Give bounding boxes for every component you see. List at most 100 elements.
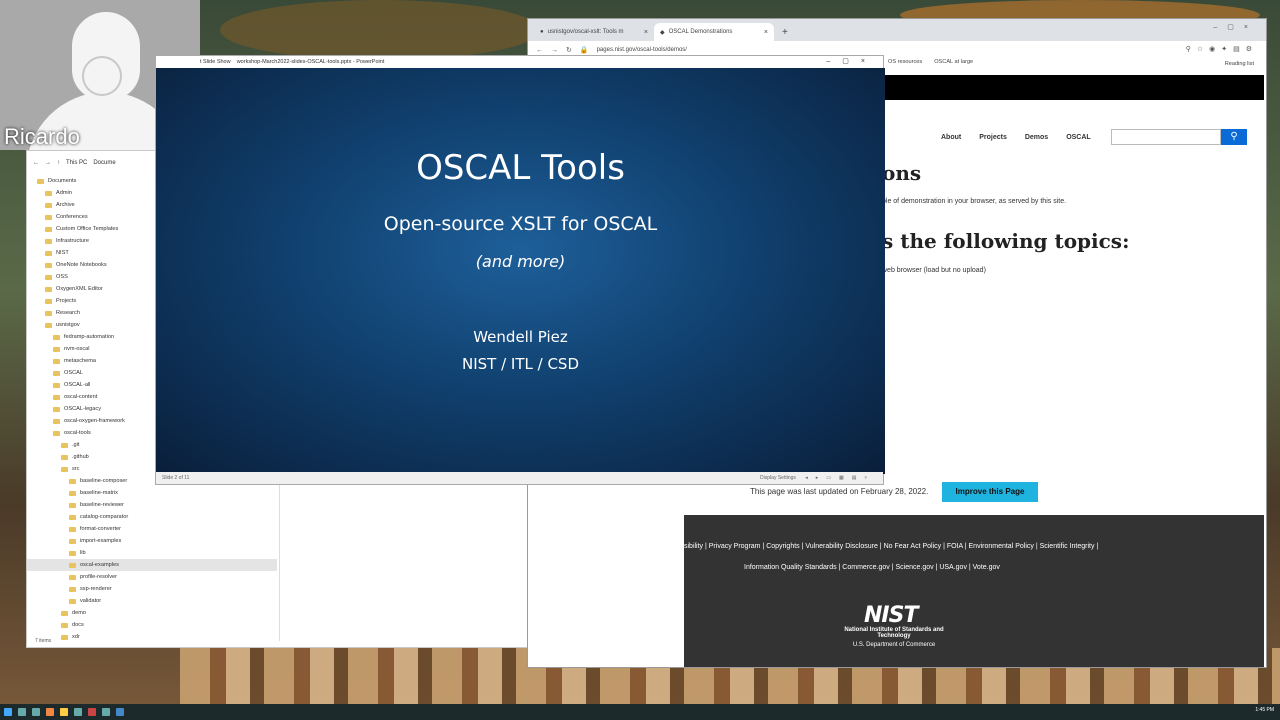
bookmark-os-resources[interactable]: OS resources	[888, 59, 922, 65]
slide-subtitle-more: (and more)	[475, 252, 566, 271]
nav-demos[interactable]: Demos	[1025, 134, 1048, 141]
titlebar-prefix: t Slide Show	[200, 59, 231, 65]
powerpoint-slideshow-window: t Slide Show workshop-March2022-slides-O…	[155, 55, 885, 485]
folder-tree-item[interactable]: demo	[27, 607, 277, 619]
back-icon[interactable]: ←	[536, 47, 543, 54]
folder-tree-item[interactable]: docs	[27, 619, 277, 631]
taskbar-app-icon[interactable]	[60, 708, 68, 716]
slide-canvas[interactable]: OSCAL Tools Open-source XSLT for OSCAL (…	[156, 68, 885, 474]
nav-oscal[interactable]: OSCAL	[1066, 134, 1091, 141]
folder-label: .github	[72, 454, 89, 460]
folder-label: Projects	[56, 298, 77, 304]
bookmark-oscal-at-large[interactable]: OSCAL at large	[934, 59, 973, 65]
slide-author: Wendell Piez	[473, 328, 568, 346]
extension-icons[interactable]: ⚲☆◉✦▤⚙	[1186, 45, 1258, 53]
folder-icon	[45, 322, 52, 328]
display-settings-button[interactable]: Display Settings	[760, 475, 796, 481]
folder-label: .git	[72, 442, 80, 448]
folder-icon	[45, 286, 52, 292]
footer-links-row2[interactable]: Information Quality Standards | Commerce…	[744, 564, 1000, 571]
folder-label: baseline-composer	[80, 478, 128, 484]
up-arrow-icon[interactable]: ↑	[57, 160, 60, 166]
improve-page-button[interactable]: Improve this Page	[942, 482, 1038, 502]
tab-strip: ● usnistgov/oscal-xslt: Tools m × ◆ OSCA…	[528, 19, 1266, 41]
folder-label: format-converter	[80, 526, 122, 532]
site-nav: About Projects Demos OSCAL	[941, 134, 1091, 141]
folder-tree-item[interactable]: catalog-comparator	[27, 511, 277, 523]
search-button[interactable]: ⚲	[1221, 129, 1247, 145]
ppt-window-controls[interactable]: –▢×	[826, 56, 877, 68]
folder-tree-item[interactable]: profile-resolver	[27, 571, 277, 583]
ppt-view-controls[interactable]: Display Settings ◂▸▭▦▤▿	[760, 472, 875, 484]
close-tab-icon[interactable]: ×	[764, 29, 768, 36]
folder-icon	[53, 346, 60, 352]
topics-heading: s the following topics:	[882, 229, 1130, 253]
taskbar-app-icon[interactable]	[46, 708, 54, 716]
site-icon: ◆	[660, 29, 665, 36]
folder-label: OSCAL-all	[64, 382, 91, 388]
breadcrumb-documents[interactable]: Docume	[93, 160, 115, 166]
taskbar-app-icon[interactable]	[74, 708, 82, 716]
bookmarks-bar: OS resources OSCAL at large	[888, 59, 973, 65]
folder-tree-item[interactable]: lib	[27, 547, 277, 559]
folder-icon	[45, 190, 52, 196]
slide-counter: Slide 2 of 11	[162, 475, 190, 481]
folder-icon	[53, 382, 60, 388]
folder-label: Archive	[56, 202, 75, 208]
breadcrumb-this-pc[interactable]: This PC	[66, 160, 87, 166]
lock-icon: 🔒	[579, 47, 589, 54]
folder-icon	[61, 634, 68, 640]
folder-icon	[53, 334, 60, 340]
folder-label: OSS	[56, 274, 68, 280]
tab-oscal-demos[interactable]: ◆ OSCAL Demonstrations ×	[654, 23, 774, 41]
folder-tree-item[interactable]: ssp-renderer	[27, 583, 277, 595]
taskbar-app-icon[interactable]	[18, 708, 26, 716]
taskbar-app-icon[interactable]	[88, 708, 96, 716]
folder-icon	[69, 502, 76, 508]
taskbar-app-icon[interactable]	[116, 708, 124, 716]
folder-icon	[45, 214, 52, 220]
folder-tree-item[interactable]: baseline-matrix	[27, 487, 277, 499]
folder-label: oscal-content	[64, 394, 98, 400]
intro-text: ple of demonstration in your browser, as…	[882, 198, 1067, 205]
folder-icon	[61, 610, 68, 616]
new-tab-button[interactable]: +	[774, 27, 796, 41]
folder-icon	[61, 442, 68, 448]
folder-icon	[69, 550, 76, 556]
footer-links-row1[interactable]: sibility | Privacy Program | Copyrights …	[684, 543, 1098, 550]
nist-logo[interactable]: NIST	[864, 603, 918, 628]
folder-icon	[45, 226, 52, 232]
folder-label: src	[72, 466, 80, 472]
folder-icon	[69, 526, 76, 532]
tab-github[interactable]: ● usnistgov/oscal-xslt: Tools m ×	[534, 23, 654, 41]
taskbar-app-icon[interactable]	[32, 708, 40, 716]
folder-icon	[53, 418, 60, 424]
back-arrow-icon[interactable]: ←	[33, 160, 39, 166]
folder-tree-item[interactable]: baseline-reviewer	[27, 499, 277, 511]
folder-tree-item[interactable]: import-examples	[27, 535, 277, 547]
reload-icon[interactable]: ↻	[566, 46, 572, 54]
folder-tree-item[interactable]: validator	[27, 595, 277, 607]
taskbar-app-icon[interactable]	[102, 708, 110, 716]
nav-about[interactable]: About	[941, 134, 961, 141]
folder-label: lib	[80, 550, 86, 556]
url-bar[interactable]: pages.nist.gov/oscal-tools/demos/	[597, 47, 687, 53]
window-controls[interactable]: –▢×	[1213, 23, 1258, 31]
folder-label: OneNote Notebooks	[56, 262, 107, 268]
close-tab-icon[interactable]: ×	[644, 29, 648, 36]
folder-label: OSCAL	[64, 370, 83, 376]
nav-projects[interactable]: Projects	[979, 134, 1007, 141]
forward-icon[interactable]: →	[551, 47, 558, 54]
folder-icon	[61, 622, 68, 628]
folder-label: Research	[56, 310, 80, 316]
folder-tree-item[interactable]: oscal-examples	[27, 559, 277, 571]
reading-list[interactable]: Reading list	[1225, 61, 1254, 67]
pane-divider[interactable]	[279, 481, 280, 641]
forward-arrow-icon[interactable]: →	[45, 160, 51, 166]
start-icon[interactable]	[4, 708, 12, 716]
folder-tree-item[interactable]: xdr	[27, 631, 277, 643]
folder-label: Custom Office Templates	[56, 226, 119, 232]
site-search-input[interactable]	[1111, 129, 1221, 145]
last-updated-text: This page was last updated on February 2…	[750, 487, 929, 496]
folder-tree-item[interactable]: format-converter	[27, 523, 277, 535]
